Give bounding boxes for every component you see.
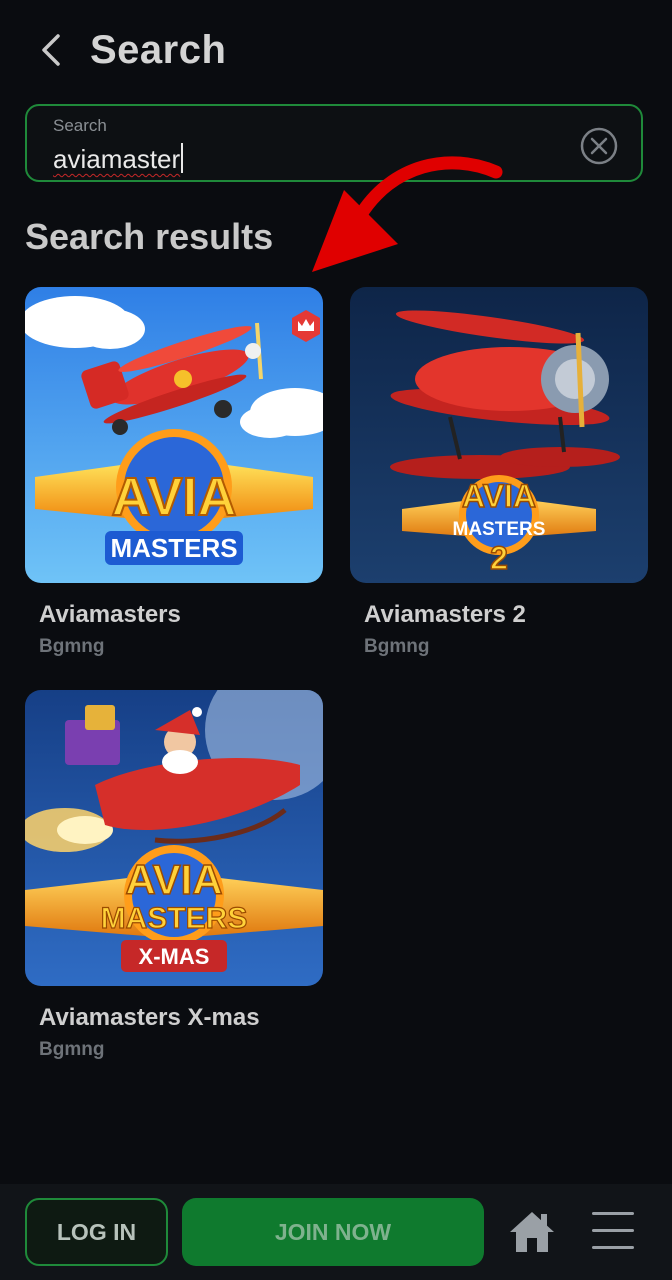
back-chevron-icon <box>42 34 60 66</box>
game-title: Aviamasters 2 <box>364 601 526 628</box>
hamburger-menu-icon <box>592 1212 634 1249</box>
clear-search-button[interactable] <box>579 126 619 166</box>
menu-button[interactable] <box>588 1210 638 1252</box>
game-provider: Bgmng <box>39 636 105 657</box>
aviamasters-xmas-logo-masters: MASTERS <box>101 902 248 935</box>
bottom-bar: LOG IN JOIN NOW <box>0 1184 672 1280</box>
game-title: Aviamasters <box>39 601 181 628</box>
game-provider: Bgmng <box>39 1039 105 1060</box>
header: Search <box>0 0 672 100</box>
clear-circle-icon <box>580 127 618 165</box>
crown-icon <box>292 310 320 342</box>
game-thumbnail: AVIA MASTERS <box>25 287 323 583</box>
game-card-aviamasters-2[interactable]: AVIA MASTERS 2 Aviamasters 2 Bgmng <box>350 287 648 657</box>
game-card-aviamasters[interactable]: AVIA MASTERS Aviamasters Bgmng <box>25 287 323 657</box>
game-provider: Bgmng <box>364 636 430 657</box>
text-caret <box>181 143 184 173</box>
home-button[interactable] <box>506 1206 558 1258</box>
section-title: Search results <box>25 216 274 257</box>
back-button[interactable] <box>30 26 74 74</box>
game-thumbnail: AVIA MASTERS 2 <box>350 287 648 583</box>
game-title: Aviamasters X-mas <box>39 1004 260 1031</box>
red-arrow-annotation <box>312 156 503 272</box>
search-input[interactable]: aviamaster <box>53 142 184 176</box>
join-now-button[interactable]: JOIN NOW <box>182 1198 484 1266</box>
game-thumbnail: AVIA MASTERS X-MAS <box>25 690 323 986</box>
home-icon <box>510 1212 554 1252</box>
aviamasters-xmas-artwork: AVIA MASTERS X-MAS <box>25 690 323 986</box>
search-input-value: aviamaster <box>53 144 181 174</box>
aviamasters-logo-avia: AVIA <box>111 467 236 527</box>
page-title: Search <box>90 28 227 72</box>
aviamasters-2-artwork: AVIA MASTERS 2 <box>350 287 648 583</box>
aviamasters-logo-masters: MASTERS <box>110 533 237 563</box>
aviamasters-xmas-logo-avia: AVIA <box>125 856 222 903</box>
aviamasters-2-logo-masters: MASTERS <box>453 519 546 540</box>
aviamasters-artwork: AVIA MASTERS <box>25 287 323 583</box>
log-in-button[interactable]: LOG IN <box>25 1198 168 1266</box>
search-field-label: Search <box>53 116 107 135</box>
aviamasters-xmas-logo-xmas: X-MAS <box>139 944 210 969</box>
aviamasters-2-logo-number: 2 <box>490 540 508 576</box>
game-card-aviamasters-xmas[interactable]: AVIA MASTERS X-MAS Aviamasters X-mas Bgm… <box>25 690 323 1060</box>
aviamasters-2-logo-avia: AVIA <box>462 478 536 514</box>
